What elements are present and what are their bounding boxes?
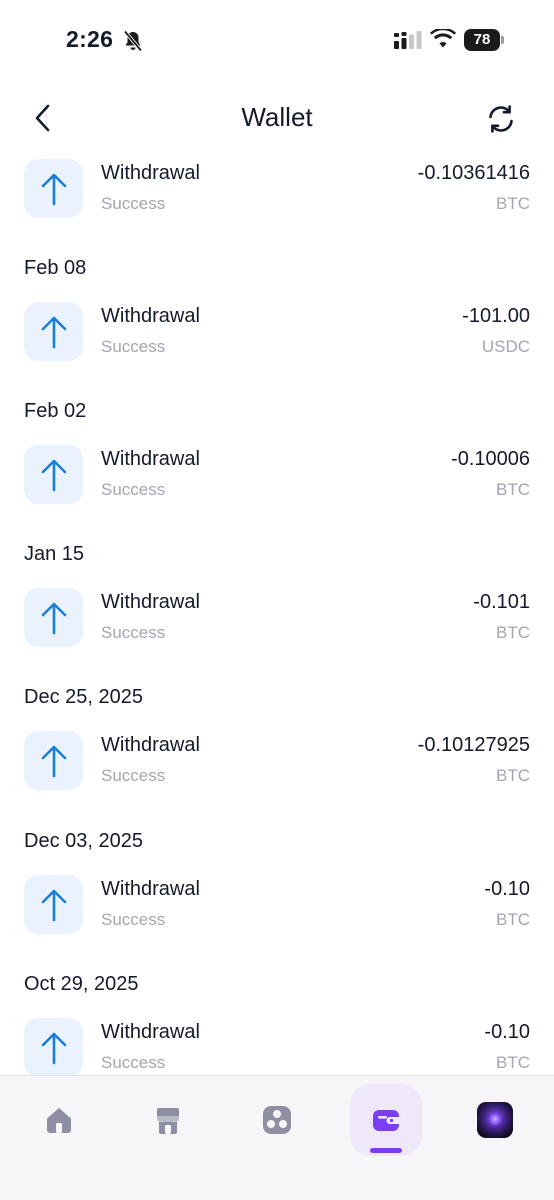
transaction-type: Withdrawal <box>101 591 200 613</box>
transaction-status: Success <box>101 623 166 642</box>
transaction-amount: -0.10 <box>484 1021 530 1043</box>
transaction-icon-container <box>24 875 83 934</box>
nav-item-wallet[interactable] <box>350 1084 422 1156</box>
home-icon <box>47 1108 71 1133</box>
nav-item-store[interactable] <box>132 1084 204 1156</box>
transaction-currency: BTC <box>496 623 530 642</box>
status-bar: 2:26 78 <box>0 0 554 84</box>
transaction-icon-container <box>24 302 83 361</box>
date-header: Dec 25, 2025 <box>24 686 143 708</box>
transaction-status: Success <box>101 337 166 356</box>
transaction-currency: USDC <box>481 337 530 356</box>
transaction-amount: -0.10361416 <box>417 162 530 184</box>
transaction-currency: BTC <box>496 1053 530 1072</box>
status-time: 2:26 <box>66 26 114 52</box>
transaction-status: Success <box>101 480 166 499</box>
transaction-currency: BTC <box>496 766 530 785</box>
battery-indicator: 78 <box>464 29 504 51</box>
arrow-up-icon <box>41 745 66 777</box>
wallet-icon <box>373 1110 399 1131</box>
transaction-amount: -101.00 <box>462 305 530 327</box>
transaction-amount: -0.10006 <box>451 448 530 470</box>
apps-icon <box>263 1106 291 1134</box>
transaction-type: Withdrawal <box>101 162 200 184</box>
header: Wallet <box>0 90 554 146</box>
arrow-up-icon <box>41 459 66 491</box>
active-tab-indicator <box>370 1148 402 1153</box>
transaction-icon-container <box>24 1018 83 1076</box>
transaction-type: Withdrawal <box>101 448 200 470</box>
page-title: Wallet <box>241 102 313 132</box>
arrow-up-icon <box>41 316 66 348</box>
transaction-icon-container <box>24 159 83 218</box>
transaction-icon-container <box>24 588 83 647</box>
transaction-amount: -0.101 <box>473 591 530 613</box>
date-header: Jan 15 <box>24 543 85 565</box>
date-header: Feb 02 <box>24 400 87 422</box>
bell-off-icon <box>123 30 143 52</box>
transaction-amount: -0.10 <box>484 878 530 900</box>
nav-item-profile[interactable] <box>459 1084 531 1156</box>
transaction-type: Withdrawal <box>101 305 200 327</box>
date-header: Dec 03, 2025 <box>24 830 143 852</box>
battery-level: 78 <box>464 29 500 51</box>
transaction-status: Success <box>101 1053 166 1072</box>
transaction-type: Withdrawal <box>101 878 200 900</box>
bottom-nav <box>0 1075 554 1200</box>
arrow-up-icon <box>41 602 66 634</box>
transaction-icon-container <box>24 445 83 504</box>
store-icon <box>157 1108 179 1134</box>
date-header: Feb 08 <box>24 257 87 279</box>
arrow-up-icon <box>41 173 66 205</box>
transaction-status: Success <box>101 910 166 929</box>
avatar-icon <box>477 1102 513 1138</box>
refresh-icon <box>489 105 513 133</box>
date-header: Oct 29, 2025 <box>24 973 139 995</box>
nav-item-apps[interactable] <box>241 1084 313 1156</box>
transaction-type: Withdrawal <box>101 1021 200 1043</box>
wifi-icon <box>430 29 456 48</box>
signal-icon <box>394 31 422 49</box>
transaction-type: Withdrawal <box>101 734 200 756</box>
transaction-row[interactable]: Withdrawal Success -0.10361416 BTC <box>0 159 554 223</box>
arrow-up-icon <box>41 889 66 921</box>
transaction-row[interactable]: Withdrawal Success -101.00 USDC <box>0 302 554 366</box>
refresh-button[interactable] <box>480 98 522 140</box>
transaction-list[interactable]: Withdrawal Success -0.10361416 BTC Feb 0… <box>0 146 554 1076</box>
nav-item-home[interactable] <box>23 1084 95 1156</box>
arrow-up-icon <box>41 1032 66 1064</box>
transaction-row[interactable]: Withdrawal Success -0.10127925 BTC <box>0 731 554 795</box>
transaction-status: Success <box>101 194 166 213</box>
transaction-row[interactable]: Withdrawal Success -0.10 BTC <box>0 875 554 939</box>
transaction-row[interactable]: Withdrawal Success -0.101 BTC <box>0 588 554 652</box>
transaction-row[interactable]: Withdrawal Success -0.10 BTC <box>0 1018 554 1076</box>
transaction-status: Success <box>101 766 166 785</box>
transaction-currency: BTC <box>496 480 530 499</box>
transaction-row[interactable]: Withdrawal Success -0.10006 BTC <box>0 445 554 509</box>
transaction-currency: BTC <box>496 194 530 213</box>
transaction-icon-container <box>24 731 83 790</box>
transaction-currency: BTC <box>496 910 530 929</box>
transaction-amount: -0.10127925 <box>417 734 530 756</box>
